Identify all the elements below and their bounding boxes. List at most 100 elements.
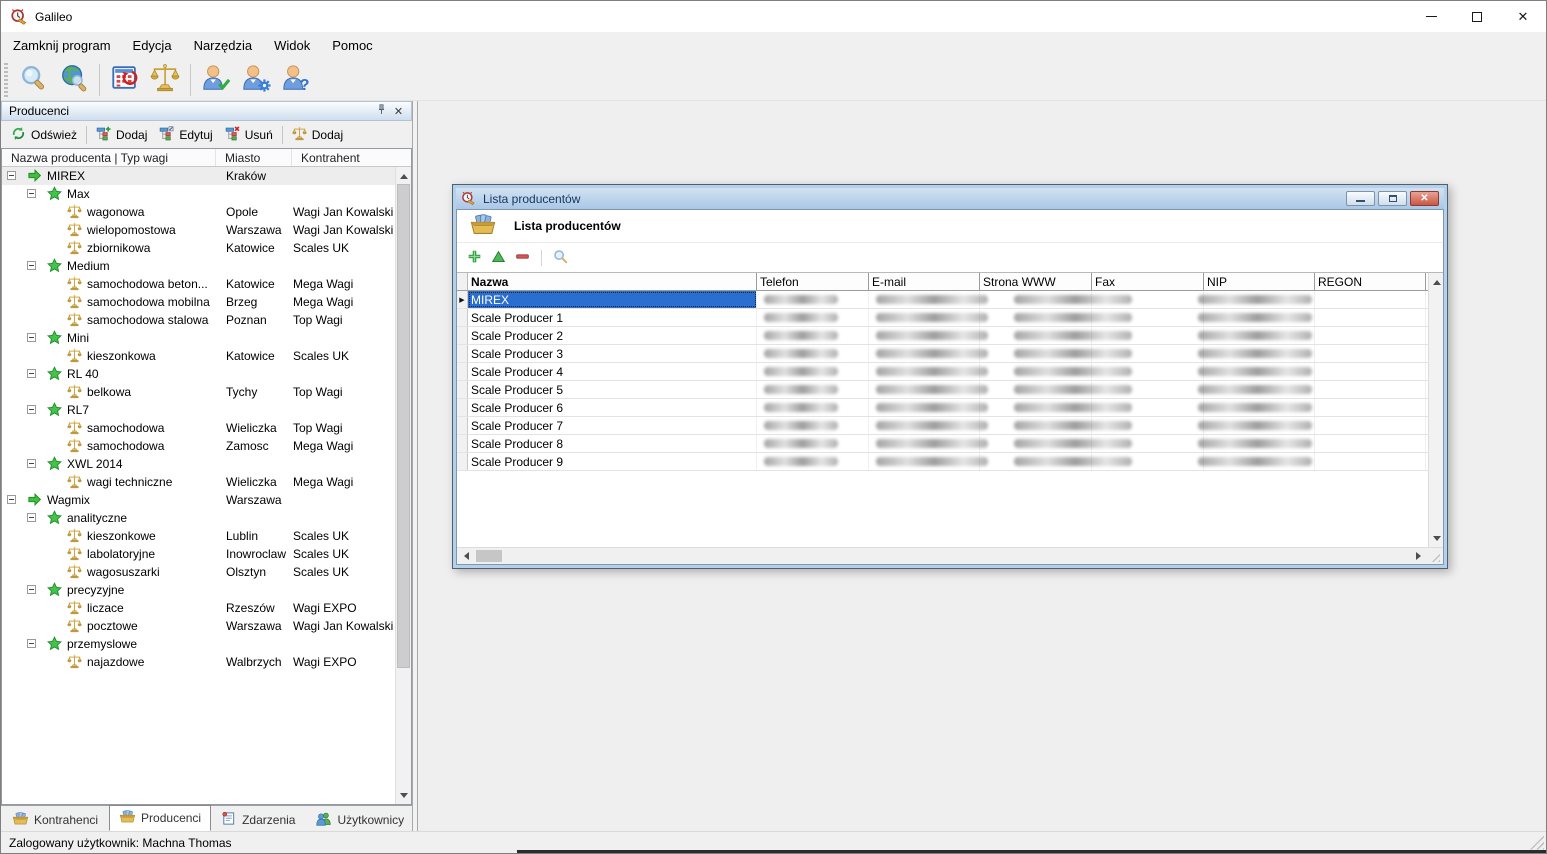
close-button[interactable]: ✕ — [1500, 1, 1546, 32]
grid-cell[interactable] — [1315, 435, 1426, 452]
column-header-fax[interactable]: Fax — [1092, 273, 1204, 290]
child-title-bar[interactable]: Lista producentów ✕ — [456, 188, 1444, 209]
grid-horizontal-scrollbar[interactable] — [457, 547, 1443, 564]
grid-vertical-scrollbar[interactable] — [1428, 273, 1443, 547]
grid-cell[interactable] — [1315, 399, 1426, 416]
grid-row[interactable]: Scale Producer 7 — [457, 417, 1428, 435]
scrollbar-thumb[interactable] — [397, 184, 410, 668]
tree-row[interactable]: precyzyjne — [2, 581, 395, 599]
edit-producer-button[interactable]: Edytuj — [153, 124, 218, 146]
tree-row[interactable]: zbiornikowaKatowiceScales UK — [2, 239, 395, 257]
grid-row[interactable]: Scale Producer 2 — [457, 327, 1428, 345]
grid-cell-nazwa[interactable]: Scale Producer 2 — [468, 327, 757, 344]
column-header-kontrahent[interactable]: Kontrahent — [292, 149, 411, 166]
resize-grip[interactable] — [1530, 836, 1544, 850]
tree-row[interactable]: Max — [2, 185, 395, 203]
menu-item-edycja[interactable]: Edycja — [122, 32, 183, 59]
grid-cell[interactable] — [1315, 417, 1426, 434]
delete-producer-button[interactable]: Usuń — [219, 124, 279, 146]
grid-cell-nazwa[interactable]: Scale Producer 5 — [468, 381, 757, 398]
tree-row[interactable]: wagi techniczneWieliczkaMega Wagi — [2, 473, 395, 491]
menu-item-widok[interactable]: Widok — [263, 32, 321, 59]
expander-collapse-icon[interactable] — [27, 333, 36, 342]
tree-row[interactable]: samochodowaZamoscMega Wagi — [2, 437, 395, 455]
tree-row[interactable]: MIREXKraków — [2, 167, 395, 185]
tree-row[interactable]: Medium — [2, 257, 395, 275]
child-restore-button[interactable] — [1378, 191, 1407, 206]
column-header-nazwa-typ[interactable]: Nazwa producenta | Typ wagi — [2, 149, 216, 166]
column-header-regon[interactable]: REGON — [1315, 273, 1426, 290]
child-close-button[interactable]: ✕ — [1410, 191, 1439, 206]
tree-row[interactable]: przemyslowe — [2, 635, 395, 653]
menu-item-narzedzia[interactable]: Narzędzia — [183, 32, 264, 59]
grid-row[interactable]: Scale Producer 6 — [457, 399, 1428, 417]
tree-row[interactable]: samochodowa beton...KatowiceMega Wagi — [2, 275, 395, 293]
grid-cell-nazwa[interactable]: Scale Producer 7 — [468, 417, 757, 434]
tab-uzytkownicy[interactable]: Użytkownicy — [306, 808, 413, 831]
tab-kontrahenci[interactable]: Kontrahenci — [3, 808, 107, 831]
tree-row[interactable]: RL 40 — [2, 365, 395, 383]
toolbar-grip[interactable] — [4, 63, 8, 97]
scroll-down-icon[interactable] — [1429, 530, 1444, 546]
tree-row[interactable]: analityczne — [2, 509, 395, 527]
delete-record-button[interactable] — [514, 249, 531, 266]
tree-row[interactable]: samochodowa stalowaPoznanTop Wagi — [2, 311, 395, 329]
tree-row[interactable]: XWL 2014 — [2, 455, 395, 473]
resize-grip[interactable] — [1428, 550, 1440, 562]
column-header-nazwa[interactable]: Nazwa — [468, 273, 757, 290]
scales-button[interactable] — [145, 61, 185, 99]
expander-collapse-icon[interactable] — [27, 585, 36, 594]
tree-row[interactable]: wagosuszarkiOlsztynScales UK — [2, 563, 395, 581]
tree-row[interactable]: kieszonkoweLublinScales UK — [2, 527, 395, 545]
tab-producenci[interactable]: Producenci — [109, 805, 211, 831]
expander-collapse-icon[interactable] — [7, 171, 16, 180]
tree-row[interactable]: WagmixWarszawa — [2, 491, 395, 509]
calendar-button[interactable] — [105, 61, 145, 99]
expander-collapse-icon[interactable] — [27, 369, 36, 378]
expander-collapse-icon[interactable] — [7, 495, 16, 504]
grid-row[interactable]: Scale Producer 4 — [457, 363, 1428, 381]
scroll-right-icon[interactable] — [1412, 548, 1424, 564]
expander-collapse-icon[interactable] — [27, 261, 36, 270]
tree-row[interactable]: kieszonkowaKatowiceScales UK — [2, 347, 395, 365]
grid-cell-nazwa[interactable]: Scale Producer 8 — [468, 435, 757, 452]
grid-cell-nazwa[interactable]: Scale Producer 3 — [468, 345, 757, 362]
grid-row[interactable]: Scale Producer 3 — [457, 345, 1428, 363]
grid-row[interactable]: Scale Producer 1 — [457, 309, 1428, 327]
close-panel-button[interactable]: ✕ — [390, 103, 407, 119]
expander-collapse-icon[interactable] — [27, 405, 36, 414]
grid-cell[interactable] — [1315, 363, 1426, 380]
pin-panel-button[interactable] — [373, 103, 390, 119]
grid-cell[interactable] — [1315, 327, 1426, 344]
grid-cell[interactable] — [1315, 291, 1426, 308]
grid-row[interactable]: Scale Producer 8 — [457, 435, 1428, 453]
tree-row[interactable]: belkowaTychyTop Wagi — [2, 383, 395, 401]
grid-cell-nazwa[interactable]: Scale Producer 6 — [468, 399, 757, 416]
expander-collapse-icon[interactable] — [27, 639, 36, 648]
tree-row[interactable]: liczaceRzeszówWagi EXPO — [2, 599, 395, 617]
grid-row[interactable]: Scale Producer 9 — [457, 453, 1428, 471]
expander-collapse-icon[interactable] — [27, 513, 36, 522]
scroll-up-icon[interactable] — [396, 168, 411, 184]
expander-collapse-icon[interactable] — [27, 189, 36, 198]
tab-zdarzenia[interactable]: Zdarzenia — [211, 808, 304, 831]
add-producer-button[interactable]: Dodaj — [90, 124, 153, 146]
child-minimize-button[interactable] — [1346, 191, 1375, 206]
grid-cell[interactable] — [1315, 309, 1426, 326]
column-header-strona-www[interactable]: Strona WWW — [980, 273, 1092, 290]
scroll-down-icon[interactable] — [396, 787, 411, 803]
grid-cell-nazwa[interactable]: MIREX — [468, 291, 757, 308]
tree-row[interactable]: najazdoweWalbrzychWagi EXPO — [2, 653, 395, 671]
user-help-button[interactable]: ? — [276, 61, 316, 99]
scroll-up-icon[interactable] — [1429, 274, 1444, 290]
grid-cell[interactable] — [1315, 345, 1426, 362]
search-record-button[interactable] — [552, 249, 569, 266]
tree-row[interactable]: samochodowa mobilnaBrzegMega Wagi — [2, 293, 395, 311]
add-record-button[interactable] — [466, 249, 483, 266]
tree-row[interactable]: RL7 — [2, 401, 395, 419]
tree-row[interactable]: pocztoweWarszawaWagi Jan Kowalski — [2, 617, 395, 635]
grid-cell[interactable] — [1315, 381, 1426, 398]
tree-row[interactable]: Mini — [2, 329, 395, 347]
tree-vertical-scrollbar[interactable] — [395, 167, 411, 804]
scrollbar-thumb[interactable] — [476, 550, 502, 562]
